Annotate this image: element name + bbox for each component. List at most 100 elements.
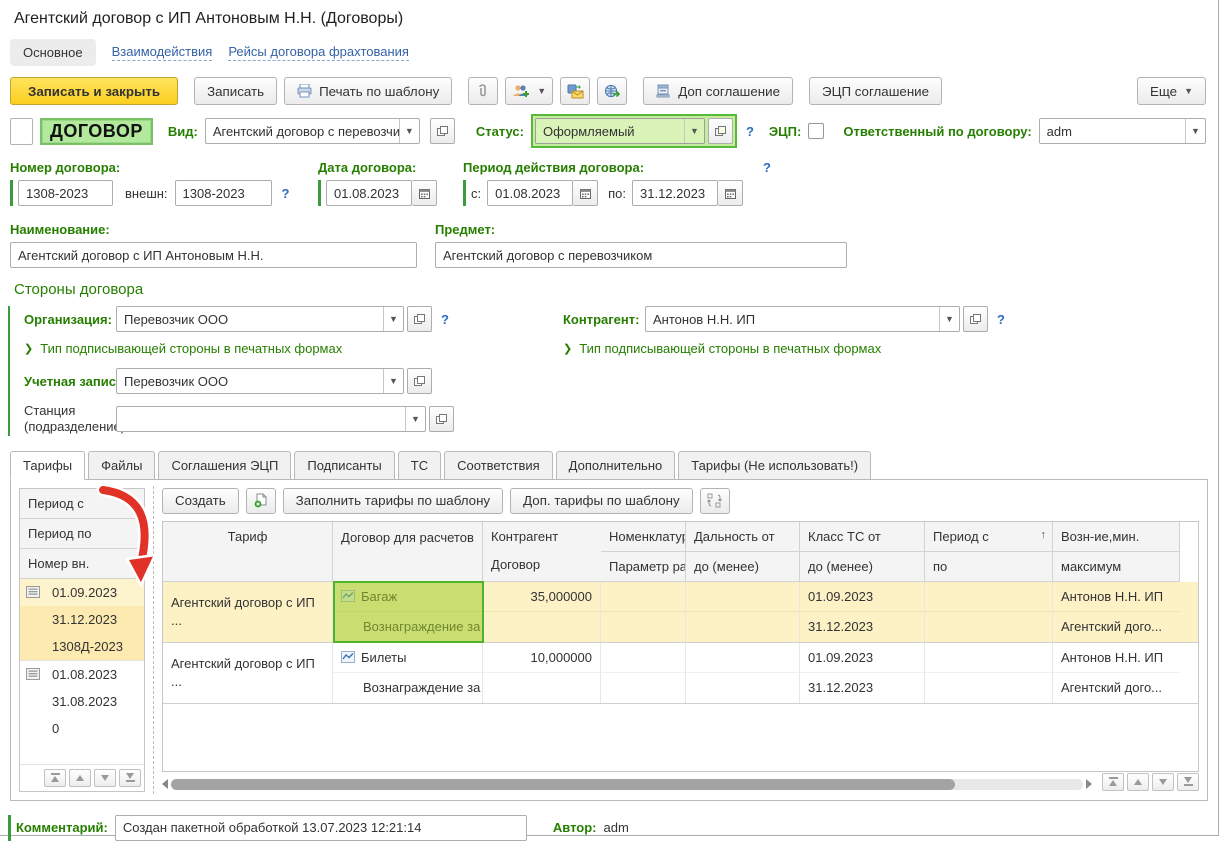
tab-ts[interactable]: ТС [398,451,441,480]
period-row[interactable]: 31.08.2023 [20,688,144,715]
col-calc-param[interactable]: Параметр расчета [601,552,686,582]
contractor-open-button[interactable] [963,306,988,332]
extra-tariffs-by-template-button[interactable]: Доп. тарифы по шаблону [510,488,693,514]
tab-vzaimodeystviya[interactable]: Взаимодействия [112,44,213,61]
subject-field[interactable]: Агентский договор с перевозчиком [435,242,847,268]
scroll-left-icon[interactable] [162,779,168,789]
period-from-field[interactable]: 01.08.2023 [487,180,573,206]
chevron-down-icon[interactable]: ▼ [684,119,704,143]
col-period-to[interactable]: по [925,552,1053,582]
organization-combo[interactable]: Перевозчик ООО ▼ [116,306,404,332]
copy-row-button[interactable] [246,488,276,514]
station-open-button[interactable] [429,406,454,432]
go-next-button[interactable] [1152,773,1174,791]
period-help-link[interactable]: ? [761,160,773,175]
contractor-combo[interactable]: Антонов Н.Н. ИП ▼ [645,306,960,332]
attachments-button[interactable] [468,77,498,105]
go-next-button[interactable] [94,769,116,787]
web-refresh-button[interactable] [597,77,627,105]
ecp-checkbox[interactable] [808,123,824,139]
contract-date-field[interactable]: 01.08.2023 [326,180,412,206]
chevron-down-icon[interactable]: ▼ [939,307,959,331]
col-ts-class-from[interactable]: Класс ТС от [800,522,925,552]
more-button[interactable]: Еще ▼ [1137,77,1206,105]
horizontal-scrollbar[interactable] [162,777,1092,792]
save-and-close-button[interactable]: Записать и закрыть [10,77,178,105]
name-field[interactable]: Агентский договор с ИП Антоновым Н.Н. [10,242,417,268]
contractor-signer-type-link[interactable]: ❯ Тип подписывающей стороны в печатных ф… [563,341,1208,356]
kind-combo[interactable]: Агентский договор с перевозчи ▼ [205,118,420,144]
additional-agreement-button[interactable]: Доп соглашение [643,77,793,105]
comment-field[interactable]: Создан пакетной обработкой 13.07.2023 12… [115,815,527,841]
scroll-right-icon[interactable] [1086,779,1092,789]
period-row[interactable]: 01.08.2023 [20,660,144,688]
col-reward-min[interactable]: Возн-ие,мин. [1053,522,1180,552]
ecp-agreement-button[interactable]: ЭЦП соглашение [809,77,942,105]
period-row[interactable]: 1308Д-2023 [20,633,144,660]
periods-header-num[interactable]: Номер вн. [20,549,144,579]
date-calendar-button[interactable] [412,180,437,206]
station-combo[interactable]: ▼ [116,406,426,432]
scrollbar-track[interactable] [171,779,1083,790]
scrollbar-thumb[interactable] [171,779,955,790]
chevron-down-icon[interactable]: ▼ [383,307,403,331]
tab-soglasheniya-ecp[interactable]: Соглашения ЭЦП [158,451,291,480]
account-combo[interactable]: Перевозчик ООО ▼ [116,368,404,394]
col-ts-class-to[interactable]: до (менее) [800,552,925,582]
flag-box[interactable] [10,118,33,145]
period-row[interactable]: 01.09.2023 [20,579,144,606]
reorder-button[interactable] [700,488,730,514]
tab-fayly[interactable]: Файлы [88,451,155,480]
col-contractor-wrap[interactable]: Контрагент Договор [483,522,601,582]
period-row[interactable]: 31.12.2023 [20,606,144,633]
col-period-from[interactable]: Период с ↑ [925,522,1053,552]
tab-dopolnitelno[interactable]: Дополнительно [556,451,676,480]
external-number-field[interactable]: 1308-2023 [175,180,272,206]
date-calendar-button[interactable] [718,180,743,206]
tariff-row[interactable]: Билеты 10,000000 01.09.2023 Агентский до… [163,643,1198,704]
period-to-field[interactable]: 31.12.2023 [632,180,718,206]
save-button[interactable]: Записать [194,77,277,105]
number-help-link[interactable]: ? [280,186,292,201]
send-email-button[interactable] [560,77,590,105]
add-contact-button[interactable]: ▼ [505,77,553,105]
tab-sootvetstviya[interactable]: Соответствия [444,451,553,480]
status-combo[interactable]: Оформляемый ▼ [535,118,705,144]
col-nomenclature[interactable]: Номенклатура [601,522,686,552]
tab-osnovnoe[interactable]: Основное [10,39,96,66]
print-by-template-button[interactable]: Печать по шаблону [284,77,452,105]
tab-reysy-dogovora[interactable]: Рейсы договора фрахтования [228,44,409,61]
responsible-combo[interactable]: adm ▼ [1039,118,1206,144]
col-calc-contract[interactable]: Договор для расчетов [333,522,483,582]
tab-tarify-ne-ispolzovat[interactable]: Тарифы (Не использовать!) [678,451,871,480]
chevron-down-icon[interactable]: ▼ [1185,119,1205,143]
date-calendar-button[interactable] [573,180,598,206]
fill-tariffs-by-template-button[interactable]: Заполнить тарифы по шаблону [283,488,503,514]
chevron-down-icon[interactable]: ▼ [399,119,419,143]
go-first-button[interactable] [44,769,66,787]
chevron-down-icon[interactable]: ▼ [383,369,403,393]
organization-open-button[interactable] [407,306,432,332]
contract-number-field[interactable]: 1308-2023 [18,180,113,206]
go-first-button[interactable] [1102,773,1124,791]
period-row[interactable]: 0 [20,715,144,742]
col-reward-max[interactable]: максимум [1053,552,1180,582]
org-signer-type-link[interactable]: ❯ Тип подписывающей стороны в печатных ф… [24,341,539,356]
col-distance-from[interactable]: Дальность от [686,522,800,552]
panel-splitter[interactable] [153,486,154,794]
col-tariff[interactable]: Тариф [163,522,333,582]
chevron-down-icon[interactable]: ▼ [405,407,425,431]
go-prev-button[interactable] [69,769,91,787]
tariff-row[interactable]: Багаж 35,000000 01.09.2023 Агентский дог… [163,582,1198,643]
col-distance-to[interactable]: до (менее) [686,552,800,582]
go-last-button[interactable] [1177,773,1199,791]
organization-help-link[interactable]: ? [439,312,451,327]
tab-tarify[interactable]: Тарифы [10,451,85,480]
contractor-help-link[interactable]: ? [995,312,1007,327]
tab-podpisanty[interactable]: Подписанты [294,451,394,480]
kind-open-button[interactable] [430,118,455,144]
periods-header-to[interactable]: Период по [20,519,144,549]
account-open-button[interactable] [407,368,432,394]
create-button[interactable]: Создать [162,488,239,514]
status-help-link[interactable]: ? [744,124,756,139]
